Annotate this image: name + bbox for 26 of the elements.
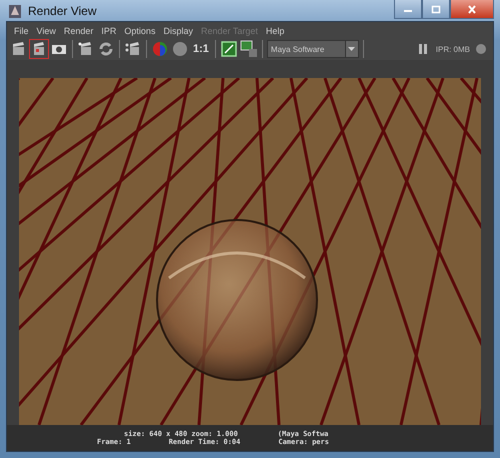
clapperboard-icon[interactable] (124, 40, 142, 58)
window-title: Render View (28, 4, 96, 18)
maximize-button[interactable] (422, 0, 450, 19)
menu-item[interactable]: File (10, 26, 33, 36)
image-stack-icon[interactable] (240, 40, 258, 58)
menu-item[interactable]: IPR (97, 26, 120, 36)
picture-frame-icon[interactable] (220, 40, 238, 58)
menu-item[interactable]: Render (60, 26, 98, 36)
close-button[interactable] (450, 0, 494, 19)
close-icon (467, 4, 477, 14)
caret-icon (348, 47, 356, 51)
menu-item[interactable]: View (32, 26, 60, 36)
refresh-icon[interactable] (97, 40, 115, 58)
app-icon (8, 2, 22, 18)
ipr-memory-label: IPR: 0MB (436, 44, 470, 54)
clapperboard-icon[interactable] (30, 40, 48, 58)
color-ball-icon[interactable] (151, 40, 169, 58)
menu-item[interactable]: Options (120, 26, 160, 36)
renderer-dropdown[interactable]: Maya Software (266, 40, 359, 58)
sphere-icon[interactable] (171, 40, 189, 58)
menu-item[interactable]: Display (159, 26, 197, 36)
zoom-button[interactable]: 1:1 (191, 43, 211, 55)
menu-item[interactable]: Help (262, 26, 288, 36)
minimize-button[interactable] (394, 0, 422, 19)
maximize-icon (431, 4, 441, 14)
status-light-icon (476, 44, 486, 54)
